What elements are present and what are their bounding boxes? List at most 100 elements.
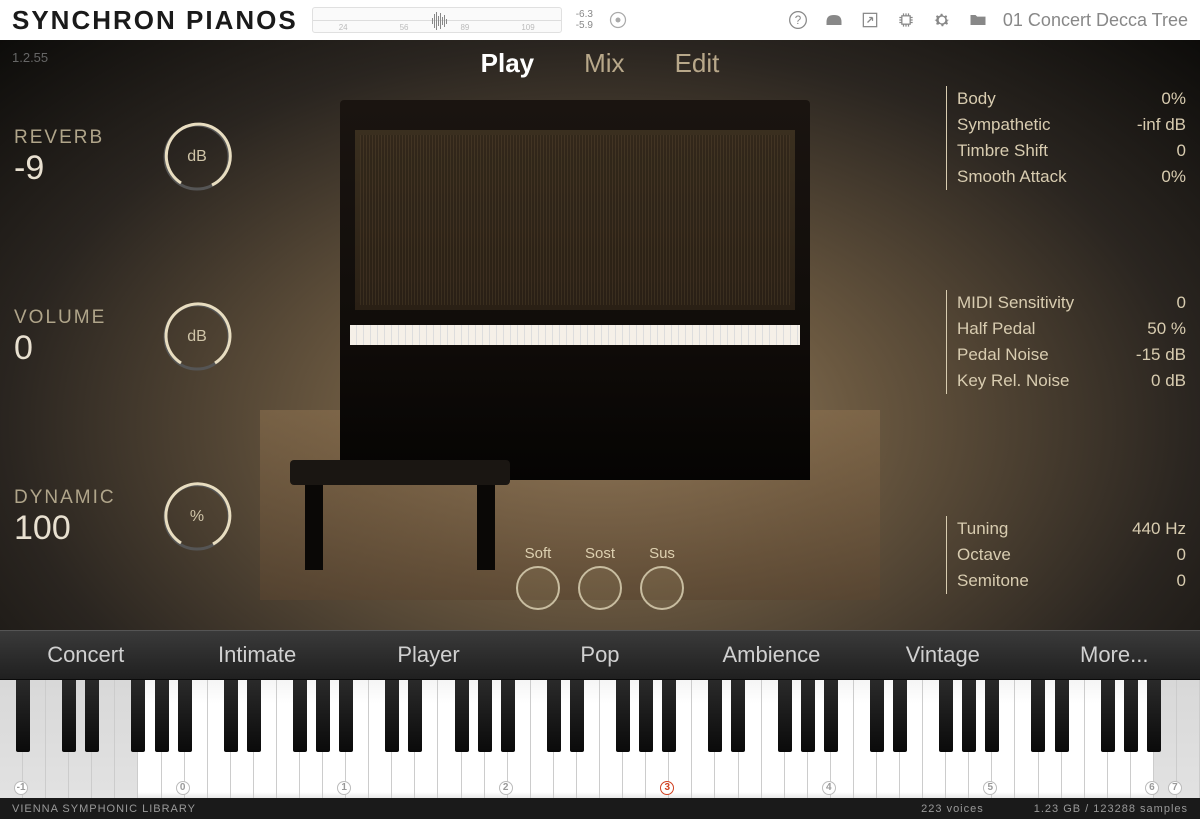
black-key[interactable] [870, 680, 884, 752]
black-key[interactable] [247, 680, 261, 752]
preset-name[interactable]: 01 Concert Decca Tree [1003, 10, 1188, 31]
help-icon[interactable]: ? [787, 9, 809, 31]
black-key[interactable] [455, 680, 469, 752]
level-readout: -6.3-5.9 [576, 9, 593, 31]
param-timbre-shift[interactable]: Timbre Shift0 [957, 138, 1186, 164]
black-key[interactable] [1124, 680, 1138, 752]
footer: VIENNA SYMPHONIC LIBRARY 223 voices 1.23… [0, 798, 1200, 819]
black-key[interactable] [570, 680, 584, 752]
black-key[interactable] [293, 680, 307, 752]
black-key[interactable] [639, 680, 653, 752]
preset-vintage[interactable]: Vintage [857, 642, 1028, 668]
reverb-label: REVERB [14, 127, 140, 149]
preset-pop[interactable]: Pop [514, 642, 685, 668]
black-key[interactable] [824, 680, 838, 752]
gear-icon[interactable] [931, 9, 953, 31]
black-key[interactable] [547, 680, 561, 752]
black-key[interactable] [708, 680, 722, 752]
black-key[interactable] [962, 680, 976, 752]
param-key-rel-noise[interactable]: Key Rel. Noise0 dB [957, 368, 1186, 394]
black-key[interactable] [385, 680, 399, 752]
black-key[interactable] [16, 680, 30, 752]
black-key[interactable] [1147, 680, 1161, 752]
preset-ambience[interactable]: Ambience [686, 642, 857, 668]
black-key[interactable] [939, 680, 953, 752]
tab-play[interactable]: Play [481, 48, 535, 79]
pedal-controls: Soft Sost Sus [516, 545, 684, 610]
param-midi-sensitivity[interactable]: MIDI Sensitivity0 [957, 290, 1186, 316]
black-key[interactable] [178, 680, 192, 752]
preset-strip: Concert Intimate Player Pop Ambience Vin… [0, 630, 1200, 680]
black-key[interactable] [316, 680, 330, 752]
black-key[interactable] [62, 680, 76, 752]
black-key[interactable] [478, 680, 492, 752]
black-key[interactable] [1101, 680, 1115, 752]
footer-brand: VIENNA SYMPHONIC LIBRARY [12, 803, 196, 815]
black-key[interactable] [616, 680, 630, 752]
param-half-pedal[interactable]: Half Pedal50 % [957, 316, 1186, 342]
footer-samples: 1.23 GB / 123288 samples [1034, 803, 1188, 815]
black-key[interactable] [224, 680, 238, 752]
black-key[interactable] [501, 680, 515, 752]
param-group-tuning: Tuning440 Hz Octave0 Semitone0 [946, 516, 1186, 594]
black-key[interactable] [339, 680, 353, 752]
white-key[interactable] [1177, 680, 1200, 798]
dynamic-label: DYNAMIC [14, 487, 140, 509]
top-bar: SYNCHRON PIANOS 245689109 -6.3-5.9 ? 01 … [0, 0, 1200, 40]
octave-label: 7 [1168, 781, 1182, 795]
param-body[interactable]: Body0% [957, 86, 1186, 112]
piano-image [260, 100, 880, 600]
param-pedal-noise[interactable]: Pedal Noise-15 dB [957, 342, 1186, 368]
view-tabs: Play Mix Edit [481, 48, 720, 79]
expand-icon[interactable] [859, 9, 881, 31]
reverb-control: REVERB -9 dB [14, 120, 234, 194]
black-key[interactable] [893, 680, 907, 752]
record-icon[interactable] [607, 9, 629, 31]
black-key[interactable] [985, 680, 999, 752]
param-group-tone: Body0% Sympathetic-inf dB Timbre Shift0 … [946, 86, 1186, 190]
tab-mix[interactable]: Mix [584, 48, 624, 79]
reverb-knob[interactable]: dB [160, 120, 234, 194]
octave-label: 4 [822, 781, 836, 795]
preset-intimate[interactable]: Intimate [171, 642, 342, 668]
black-key[interactable] [131, 680, 145, 752]
preset-more[interactable]: More... [1029, 642, 1200, 668]
param-smooth-attack[interactable]: Smooth Attack0% [957, 164, 1186, 190]
pedal-sost[interactable]: Sost [578, 545, 622, 610]
preset-player[interactable]: Player [343, 642, 514, 668]
black-key[interactable] [662, 680, 676, 752]
preset-concert[interactable]: Concert [0, 642, 171, 668]
octave-label: 2 [499, 781, 513, 795]
version-label: 1.2.55 [12, 50, 48, 65]
tab-edit[interactable]: Edit [675, 48, 720, 79]
param-octave[interactable]: Octave0 [957, 542, 1186, 568]
black-key[interactable] [155, 680, 169, 752]
black-key[interactable] [1055, 680, 1069, 752]
dynamic-value: 100 [14, 509, 140, 548]
pedal-sus[interactable]: Sus [640, 545, 684, 610]
black-key[interactable] [85, 680, 99, 752]
param-tuning[interactable]: Tuning440 Hz [957, 516, 1186, 542]
svg-text:?: ? [795, 14, 802, 27]
black-key[interactable] [778, 680, 792, 752]
piano-icon[interactable] [823, 9, 845, 31]
volume-knob[interactable]: dB [160, 300, 234, 374]
black-key[interactable] [1031, 680, 1045, 752]
volume-label: VOLUME [14, 307, 140, 329]
param-semitone[interactable]: Semitone0 [957, 568, 1186, 594]
pedal-soft[interactable]: Soft [516, 545, 560, 610]
dynamic-control: DYNAMIC 100 % [14, 480, 234, 554]
keyboard[interactable]: -101234567 [0, 680, 1200, 798]
main-area: 1.2.55 Play Mix Edit REVERB -9 dB [0, 40, 1200, 680]
black-key[interactable] [731, 680, 745, 752]
black-key[interactable] [408, 680, 422, 752]
param-group-midi: MIDI Sensitivity0 Half Pedal50 % Pedal N… [946, 290, 1186, 394]
param-sympathetic[interactable]: Sympathetic-inf dB [957, 112, 1186, 138]
cpu-icon[interactable] [895, 9, 917, 31]
dynamic-knob[interactable]: % [160, 480, 234, 554]
footer-voices: 223 voices [921, 803, 984, 815]
black-key[interactable] [801, 680, 815, 752]
octave-label: 0 [176, 781, 190, 795]
folder-icon[interactable] [967, 9, 989, 31]
waveform-display[interactable]: 245689109 [312, 7, 562, 33]
